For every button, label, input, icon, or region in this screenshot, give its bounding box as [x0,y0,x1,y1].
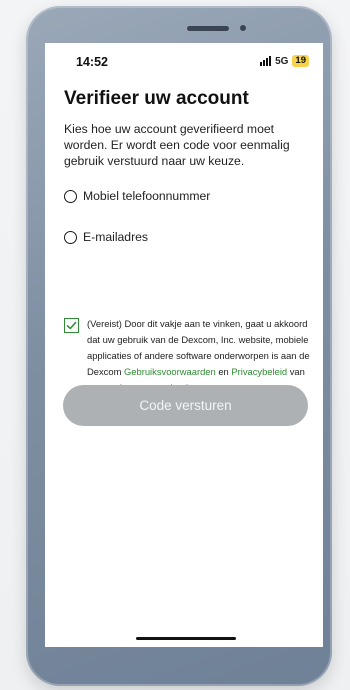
speaker-grille [187,26,229,31]
intro-text: Kies hoe uw account geverifieerd moet wo… [64,122,290,168]
status-bar: 14:52 5G 19 [45,43,323,79]
front-camera [240,25,246,31]
status-indicators: 5G 19 [260,55,309,67]
option-email[interactable]: E-mailadres [64,230,148,244]
option-mobile-phone-label: Mobiel telefoonnummer [83,189,211,203]
privacy-link[interactable]: Privacybeleid [231,366,287,377]
phone-screen: 14:52 5G 19 Verifieer uw account Kies ho… [45,43,323,647]
home-indicator[interactable] [136,637,236,640]
terms-link[interactable]: Gebruiksvoorwaarden [124,366,216,377]
page-title: Verifieer uw account [64,88,249,109]
consent-text: (Vereist) Door dit vakje aan te vinken, … [87,316,312,396]
network-label: 5G [275,55,289,67]
option-mobile-phone[interactable]: Mobiel telefoonnummer [64,189,210,203]
option-email-label: E-mailadres [83,230,149,244]
radio-email[interactable] [64,230,77,244]
consent-text-middle: en [215,366,232,377]
checkmark-icon [66,321,77,330]
send-code-button[interactable]: Code versturen [63,385,308,426]
battery-icon: 19 [292,55,309,67]
status-time: 14:52 [76,55,108,69]
signal-icon [260,56,272,66]
consent-checkbox[interactable] [64,318,79,333]
radio-mobile-phone[interactable] [64,189,77,203]
